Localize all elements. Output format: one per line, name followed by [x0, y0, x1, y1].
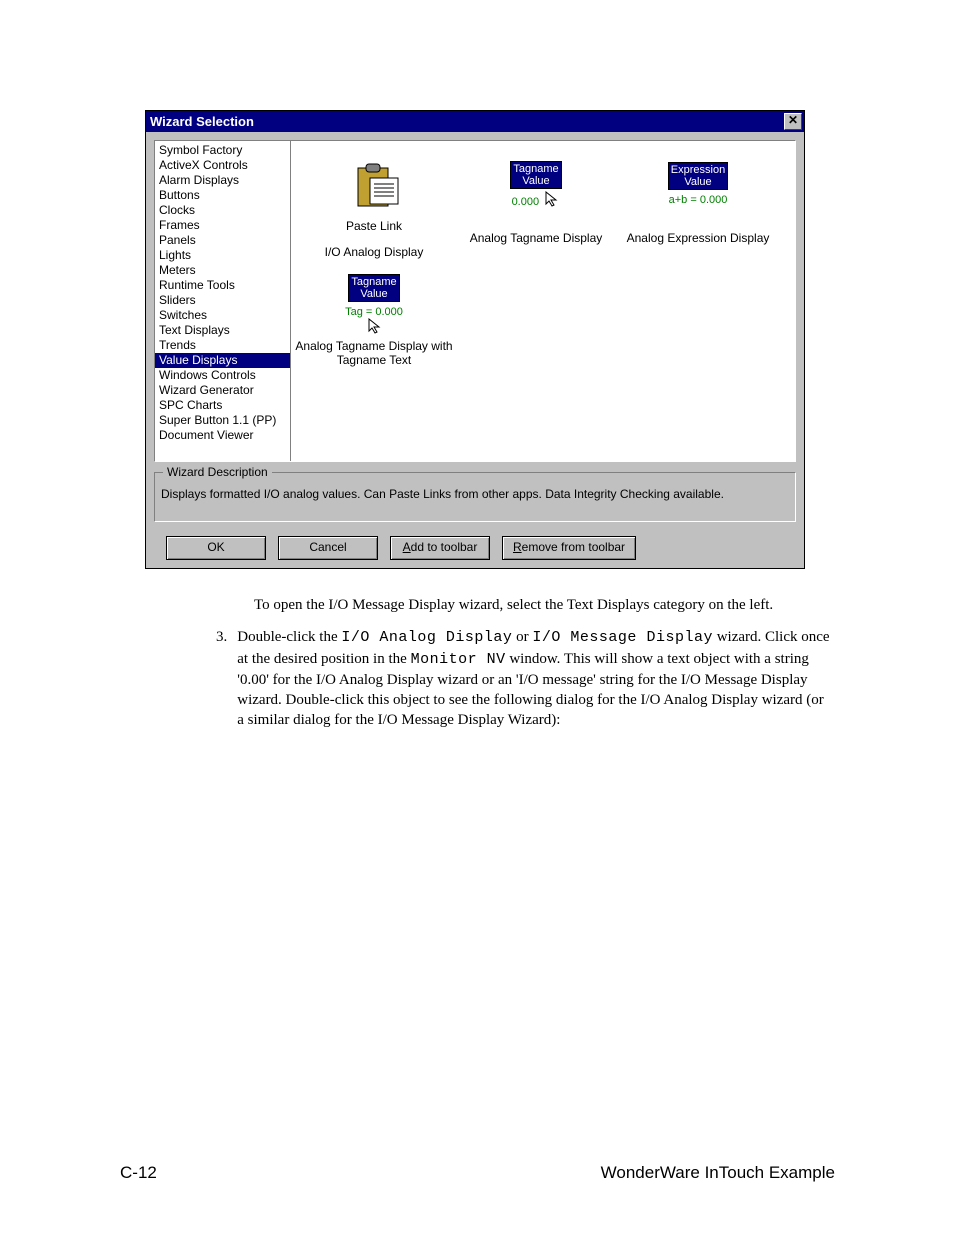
tagname-value-icon: Tagname Value 0.000 — [455, 149, 617, 219]
tagname-text-icon: Tagname Value Tag = 0.000 — [293, 269, 455, 339]
tag-title: Expression — [671, 164, 725, 176]
list-item[interactable]: Alarm Displays — [155, 173, 290, 188]
wizard-label: Analog Tagname Display — [455, 231, 617, 245]
list-item[interactable]: Buttons — [155, 188, 290, 203]
wizard-item-analog-expression-display[interactable]: Expression Value a+b = 0.000 Analog Expr… — [617, 147, 779, 267]
wizard-label: Analog Tagname Display with Tagname Text — [293, 339, 455, 367]
list-item[interactable]: Symbol Factory — [155, 143, 290, 158]
list-item[interactable]: SPC Charts — [155, 398, 290, 413]
close-icon[interactable]: ✕ — [784, 113, 802, 130]
page-footer: C-12 WonderWare InTouch Example — [120, 1163, 835, 1183]
body-prose: To open the I/O Message Display wizard, … — [254, 595, 834, 743]
page-title-footer: WonderWare InTouch Example — [601, 1163, 835, 1183]
paste-link-icon — [293, 149, 455, 219]
remove-from-toolbar-button[interactable]: Remove from toolbar — [502, 536, 636, 560]
list-item[interactable]: Switches — [155, 308, 290, 323]
list-item[interactable]: Super Button 1.1 (PP) — [155, 413, 290, 428]
list-item[interactable]: Wizard Generator — [155, 383, 290, 398]
dialog-body: Symbol Factory ActiveX Controls Alarm Di… — [146, 132, 804, 568]
list-item[interactable]: Panels — [155, 233, 290, 248]
wizard-description-frame: Wizard Description Displays formatted I/… — [154, 472, 796, 522]
wizard-gallery: Paste Link I/O Analog Display Tagname Va… — [291, 141, 795, 461]
wizard-selection-dialog: Wizard Selection ✕ Symbol Factory Active… — [145, 110, 805, 569]
tag-title: Tagname — [513, 163, 558, 175]
tag-title: Tagname — [351, 276, 396, 288]
titlebar: Wizard Selection ✕ — [146, 111, 804, 132]
cursor-icon — [367, 318, 383, 334]
tag-extra: a+b = 0.000 — [669, 194, 728, 206]
prose-p1: To open the I/O Message Display wizard, … — [254, 595, 834, 615]
step-number: 3. — [216, 627, 237, 742]
list-item[interactable]: Lights — [155, 248, 290, 263]
expression-value-icon: Expression Value a+b = 0.000 — [617, 149, 779, 219]
tag-extra: 0.000 — [512, 196, 540, 208]
list-item[interactable]: Windows Controls — [155, 368, 290, 383]
wizard-item-io-analog-display[interactable]: Paste Link I/O Analog Display — [293, 147, 455, 267]
ok-button[interactable]: OK — [166, 536, 266, 560]
wizard-sub-label: Paste Link — [293, 219, 455, 233]
prose-p2: Double-click the I/O Analog Display or I… — [237, 627, 834, 730]
cursor-icon — [544, 191, 560, 207]
wizard-description-legend: Wizard Description — [163, 465, 272, 479]
list-item[interactable]: ActiveX Controls — [155, 158, 290, 173]
add-to-toolbar-button[interactable]: Add to toolbar — [390, 536, 490, 560]
wizard-item-analog-tagname-display[interactable]: Tagname Value 0.000 Analog Tagname Displ… — [455, 147, 617, 267]
wizard-description-text: Displays formatted I/O analog values. Ca… — [161, 487, 724, 501]
wizard-label: I/O Analog Display — [293, 245, 455, 259]
list-item[interactable]: Document Viewer — [155, 428, 290, 443]
list-item[interactable]: Text Displays — [155, 323, 290, 338]
list-item[interactable]: Runtime Tools — [155, 278, 290, 293]
list-item-selected[interactable]: Value Displays — [155, 353, 290, 368]
cancel-button[interactable]: Cancel — [278, 536, 378, 560]
tag-extra: Tag = 0.000 — [345, 306, 403, 318]
wizard-item-analog-tagname-display-with-text[interactable]: Tagname Value Tag = 0.000 Analog Tagname… — [293, 267, 455, 375]
list-item[interactable]: Trends — [155, 338, 290, 353]
list-item[interactable]: Meters — [155, 263, 290, 278]
dialog-title: Wizard Selection — [150, 114, 254, 129]
list-item[interactable]: Frames — [155, 218, 290, 233]
tag-sub: Value — [522, 175, 549, 187]
button-row: OK Cancel Add to toolbar Remove from too… — [166, 536, 796, 560]
tag-sub: Value — [360, 288, 387, 300]
tag-sub: Value — [684, 176, 711, 188]
top-pane: Symbol Factory ActiveX Controls Alarm Di… — [154, 140, 796, 462]
category-list[interactable]: Symbol Factory ActiveX Controls Alarm Di… — [155, 141, 291, 461]
list-item[interactable]: Sliders — [155, 293, 290, 308]
wizard-label: Analog Expression Display — [617, 231, 779, 245]
list-item[interactable]: Clocks — [155, 203, 290, 218]
page-number: C-12 — [120, 1163, 157, 1183]
